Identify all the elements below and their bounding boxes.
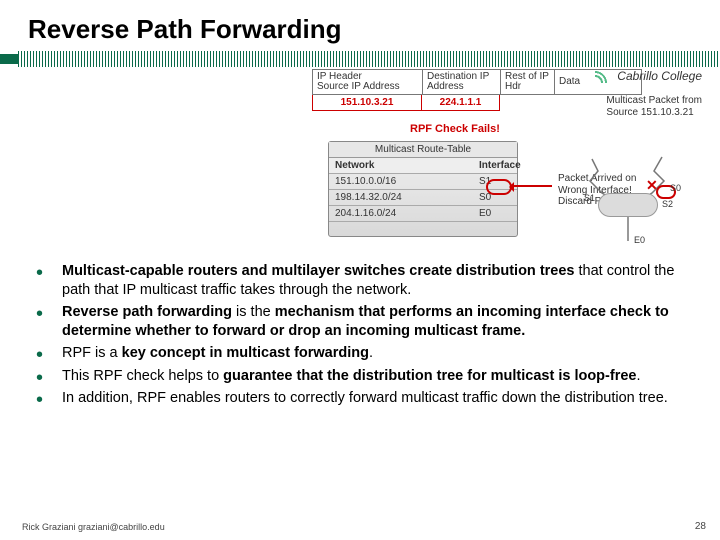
route-table-title: Multicast Route-Table [329,142,517,158]
table-cell: 204.1.16.0/24 [329,206,473,222]
list-item: Reverse path forwarding is the mechanism… [28,303,696,340]
list-item: This RPF check helps to guarantee that t… [28,367,696,386]
list-item: In addition, RPF enables routers to corr… [28,389,696,408]
page-title: Reverse Path Forwarding [0,0,720,45]
list-item: RPF is a key concept in multicast forwar… [28,344,696,363]
page-number: 28 [695,521,706,532]
label-s1: S1 [584,193,595,203]
source-ip-value: 151.10.3.21 [312,95,422,111]
red-arrow-icon [510,185,552,187]
label-e0: E0 [634,235,645,245]
list-item: Multicast-capable routers and multilayer… [28,262,696,299]
col-network: Network [329,158,473,174]
table-cell: 198.14.32.0/24 [329,190,473,206]
packet-header-row: IP HeaderSource IP Address Destination I… [312,69,642,95]
wave-icon [595,69,613,83]
multicast-packet-caption: Multicast Packet from Source 151.10.3.21 [606,95,702,119]
col-interface: Interface [473,158,517,174]
college-logo: Cabrillo College [595,69,702,83]
dest-ip-value: 224.1.1.1 [422,95,500,111]
table-cell: E0 [473,206,517,222]
label-s2: S2 [662,199,673,209]
packet-values-row: 151.10.3.21 224.1.1.1 [312,95,642,111]
router-illustration: ✕ S1 S0 S2 E0 [562,149,702,249]
table-cell: 151.10.0.0/16 [329,174,473,190]
footer-author: Rick Graziani graziani@cabrillo.edu [22,522,165,532]
rpf-check-fails-label: RPF Check Fails! [410,123,500,135]
bullet-list: Multicast-capable routers and multilayer… [28,262,696,412]
logo-text: Cabrillo College [617,69,702,83]
router-icon [598,193,658,217]
decorative-bar [0,51,720,67]
rpf-diagram: Cabrillo College IP HeaderSource IP Addr… [90,69,702,249]
label-s0: S0 [670,183,681,193]
